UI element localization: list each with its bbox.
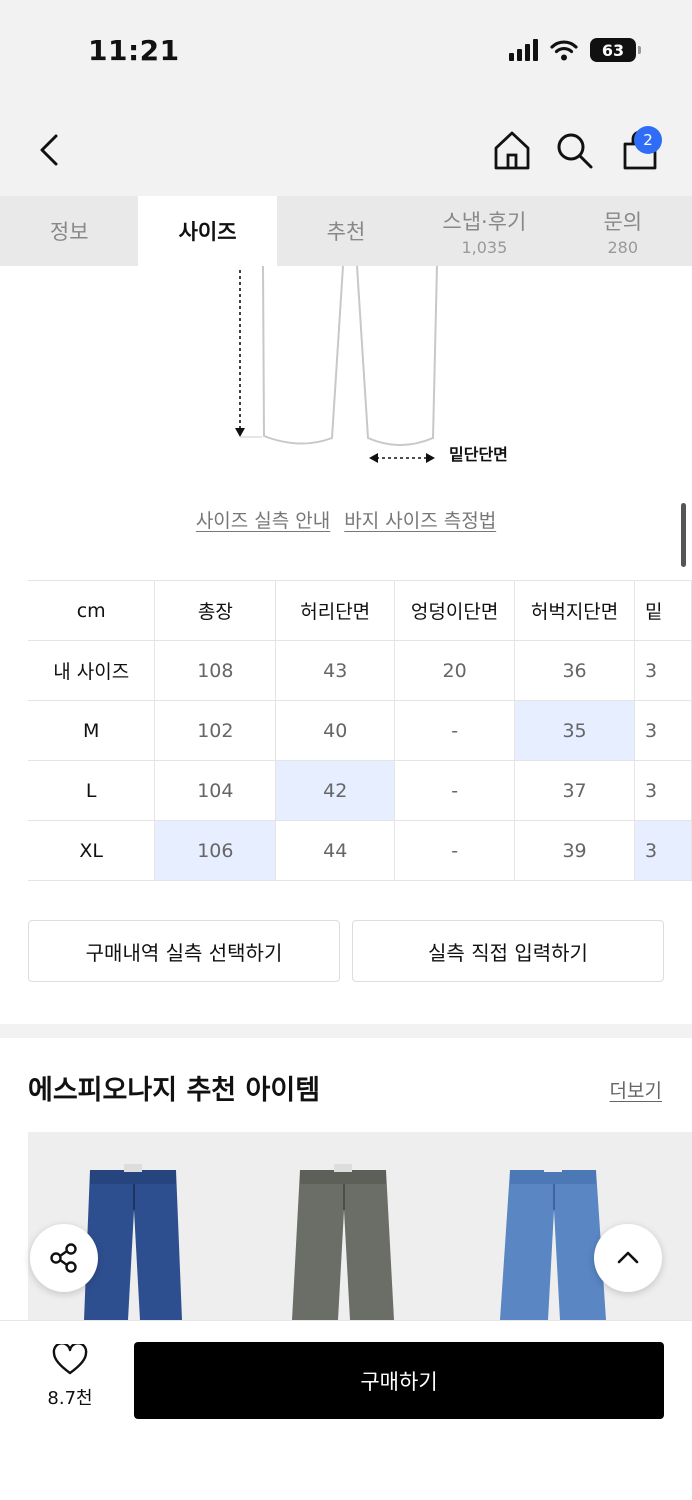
status-icons: 63 — [509, 38, 641, 62]
table-header-cell: cm — [28, 580, 156, 641]
tab-label: 추천 — [326, 220, 366, 244]
table-cell: 3 — [634, 700, 692, 761]
table-cell: - — [394, 820, 516, 881]
table-cell-highlighted: 3 — [634, 820, 692, 881]
product-tabs: 정보 사이즈 추천 스냅·후기 1,035 문의 280 — [0, 196, 692, 266]
chevron-up-icon — [617, 1251, 639, 1264]
share-button[interactable] — [30, 1224, 98, 1292]
battery-icon: 63 — [590, 38, 641, 62]
table-row: L 104 42 - 37 3 — [28, 760, 692, 821]
tab-info[interactable]: 정보 — [0, 196, 138, 266]
row-label: M — [28, 700, 156, 761]
like-button[interactable]: 8.7천 — [34, 1342, 106, 1410]
search-icon[interactable] — [554, 128, 594, 172]
hem-width-label: 밑단단면 — [449, 445, 508, 464]
table-cell: 3 — [634, 760, 692, 821]
table-cell: 3 — [634, 640, 692, 701]
tab-label: 문의 — [603, 209, 643, 234]
table-header-row: cm 총장 허리단면 엉덩이단면 허벅지단면 밑 — [28, 580, 692, 641]
table-cell: 102 — [154, 700, 277, 761]
like-count: 8.7천 — [47, 1388, 93, 1409]
product-image-light-denim[interactable] — [498, 1162, 608, 1320]
table-cell: 43 — [275, 640, 396, 701]
table-cell: 37 — [514, 760, 636, 821]
cart-count-badge: 2 — [634, 126, 662, 154]
table-cell: - — [394, 760, 516, 821]
tab-snap-review[interactable]: 스냅·후기 1,035 — [415, 196, 553, 266]
status-bar: 11:21 63 — [0, 0, 692, 100]
tab-recommend[interactable]: 추천 — [277, 196, 415, 266]
table-cell: 44 — [275, 820, 396, 881]
tab-label: 정보 — [49, 220, 89, 244]
top-nav — [0, 100, 692, 196]
table-row: M 102 40 - 35 3 — [28, 700, 692, 761]
row-label: L — [28, 760, 156, 821]
product-image-grey-denim[interactable] — [288, 1162, 398, 1320]
back-icon[interactable] — [30, 128, 70, 172]
tab-size[interactable]: 사이즈 — [138, 196, 277, 266]
row-label: 내 사이즈 — [28, 640, 156, 701]
home-icon[interactable] — [492, 128, 532, 172]
recommend-title: 에스피오나지 추천 아이템 — [28, 1075, 321, 1106]
table-cell: 20 — [394, 640, 516, 701]
tab-label: 스냅·후기 — [442, 209, 527, 234]
tab-inquiry[interactable]: 문의 280 — [554, 196, 692, 266]
status-time: 11:21 — [88, 34, 180, 67]
section-divider — [0, 1024, 692, 1038]
table-header-cell: 허리단면 — [275, 580, 396, 641]
scrollbar[interactable] — [681, 503, 686, 567]
table-header-cell: 엉덩이단면 — [394, 580, 516, 641]
table-cell: 104 — [154, 760, 277, 821]
see-more-link[interactable]: 더보기 — [610, 1076, 662, 1103]
row-label: XL — [28, 820, 156, 881]
table-cell-highlighted: 106 — [154, 820, 277, 881]
table-cell: 39 — [514, 820, 636, 881]
table-cell: - — [394, 700, 516, 761]
buy-button[interactable]: 구매하기 — [134, 1342, 664, 1419]
table-cell: 40 — [275, 700, 396, 761]
size-guide-link[interactable]: 사이즈 실측 안내 — [196, 506, 330, 533]
table-header-cell: 허벅지단면 — [514, 580, 636, 641]
select-purchase-history-button[interactable]: 구매내역 실측 선택하기 — [28, 920, 340, 982]
table-row: 내 사이즈 108 43 20 36 3 — [28, 640, 692, 701]
table-cell-highlighted: 35 — [514, 700, 636, 761]
table-cell-highlighted: 42 — [275, 760, 396, 821]
cellular-signal-icon — [509, 39, 538, 61]
pants-measurement-diagram — [235, 266, 438, 463]
tab-label: 사이즈 — [178, 220, 237, 244]
table-cell: 36 — [514, 640, 636, 701]
size-action-buttons: 구매내역 실측 선택하기 실측 직접 입력하기 — [28, 920, 664, 982]
wifi-icon — [550, 40, 578, 61]
tab-count: 1,035 — [461, 237, 508, 257]
scroll-top-button[interactable] — [594, 1224, 662, 1292]
size-table: cm 총장 허리단면 엉덩이단면 허벅지단면 밑 내 사이즈 108 43 20… — [28, 580, 692, 881]
size-guide-links: 사이즈 실측 안내 바지 사이즈 측정법 — [0, 506, 692, 533]
manual-input-button[interactable]: 실측 직접 입력하기 — [352, 920, 664, 982]
product-image-dark-denim[interactable] — [78, 1162, 188, 1320]
table-header-cell: 총장 — [154, 580, 277, 641]
heart-icon — [52, 1342, 88, 1375]
measure-method-link[interactable]: 바지 사이즈 측정법 — [344, 506, 496, 533]
share-icon — [50, 1243, 77, 1273]
table-row: XL 106 44 - 39 3 — [28, 820, 692, 881]
tab-count: 280 — [607, 237, 639, 257]
table-header-cell: 밑 — [634, 580, 692, 641]
table-cell: 108 — [154, 640, 277, 701]
